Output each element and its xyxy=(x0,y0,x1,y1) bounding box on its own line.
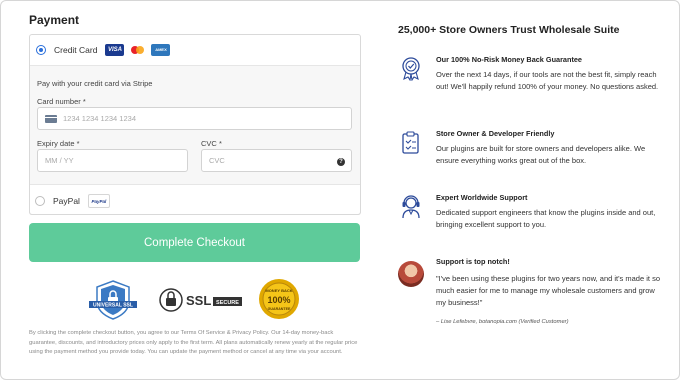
card-number-input[interactable]: 1234 1234 1234 1234 xyxy=(37,107,352,130)
expiry-placeholder: MM / YY xyxy=(45,156,74,165)
ssl-secure-badge-icon: SSL SECURE xyxy=(159,288,242,312)
paypal-radio[interactable] xyxy=(35,196,45,206)
money-back-guarantee-badge-icon: MONEY BACK 100% GUARANTEE xyxy=(259,279,299,319)
feature-title: Our 100% No-Risk Money Back Guarantee xyxy=(436,55,582,64)
mastercard-icon xyxy=(128,43,148,56)
card-number-label: Card number * xyxy=(37,97,86,106)
card-number-placeholder: 1234 1234 1234 1234 xyxy=(63,114,136,123)
testimonial-title: Support is top notch! xyxy=(436,257,510,266)
feature-title: Store Owner & Developer Friendly xyxy=(436,129,555,138)
expiry-label: Expiry date * xyxy=(37,139,80,148)
money-back-percent: 100% xyxy=(267,295,290,305)
support-agent-icon xyxy=(402,195,420,219)
ssl-text: SSL xyxy=(186,293,211,308)
feature-store-owner: Store Owner & Developer Friendly Our plu… xyxy=(398,129,663,179)
guarantee-text: GUARANTEE xyxy=(268,307,291,311)
clipboard-check-icon xyxy=(402,131,419,154)
cvc-input[interactable]: CVC ? xyxy=(201,149,352,172)
paypal-option[interactable]: PayPal PayPal xyxy=(29,187,359,215)
feature-support: Expert Worldwide Support Dedicated suppo… xyxy=(398,193,663,243)
visa-icon: VISA xyxy=(105,43,125,56)
testimonial-quote: "I've been using these plugins for two y… xyxy=(436,274,660,307)
feature-description: Dedicated support engineers that know th… xyxy=(436,208,656,229)
expiry-input[interactable]: MM / YY xyxy=(37,149,188,172)
award-ribbon-icon xyxy=(402,57,420,81)
paypal-logo-icon: PayPal xyxy=(87,194,110,208)
feature-title: Expert Worldwide Support xyxy=(436,193,528,202)
cvc-label: CVC * xyxy=(201,139,222,148)
feature-description: Our plugins are built for store owners a… xyxy=(436,144,646,165)
credit-card-radio[interactable] xyxy=(36,44,46,55)
payment-title: Payment xyxy=(29,13,80,27)
money-back-text: MONEY BACK xyxy=(265,288,292,293)
stripe-description: Pay with your credit card via Stripe xyxy=(37,79,153,88)
universal-ssl-text: UNIVERSAL SSL xyxy=(93,303,133,309)
credit-card-option[interactable]: Credit Card VISA AMEX xyxy=(30,35,360,64)
secure-text: SECURE xyxy=(216,300,239,306)
checkout-disclaimer: By clicking the complete checkout button… xyxy=(29,330,358,355)
amex-icon: AMEX xyxy=(151,43,171,56)
credit-card-icon xyxy=(45,114,57,123)
complete-checkout-button[interactable]: Complete Checkout xyxy=(29,223,360,262)
paypal-label: PayPal xyxy=(53,196,80,206)
trust-heading: 25,000+ Store Owners Trust Wholesale Sui… xyxy=(398,24,620,36)
testimonial: Support is top notch! "I've been using t… xyxy=(398,257,663,327)
credit-card-label: Credit Card xyxy=(54,44,98,55)
cvc-placeholder: CVC xyxy=(209,156,225,165)
universal-ssl-badge-icon: UNIVERSAL SSL xyxy=(89,280,137,320)
feature-money-back: Our 100% No-Risk Money Back Guarantee Ov… xyxy=(398,55,663,115)
testimonial-author: – Lise Lefebvre, botanopia.com (Verified… xyxy=(436,319,569,325)
help-icon[interactable]: ? xyxy=(337,158,345,166)
feature-description: Over the next 14 days, if our tools are … xyxy=(436,70,659,91)
